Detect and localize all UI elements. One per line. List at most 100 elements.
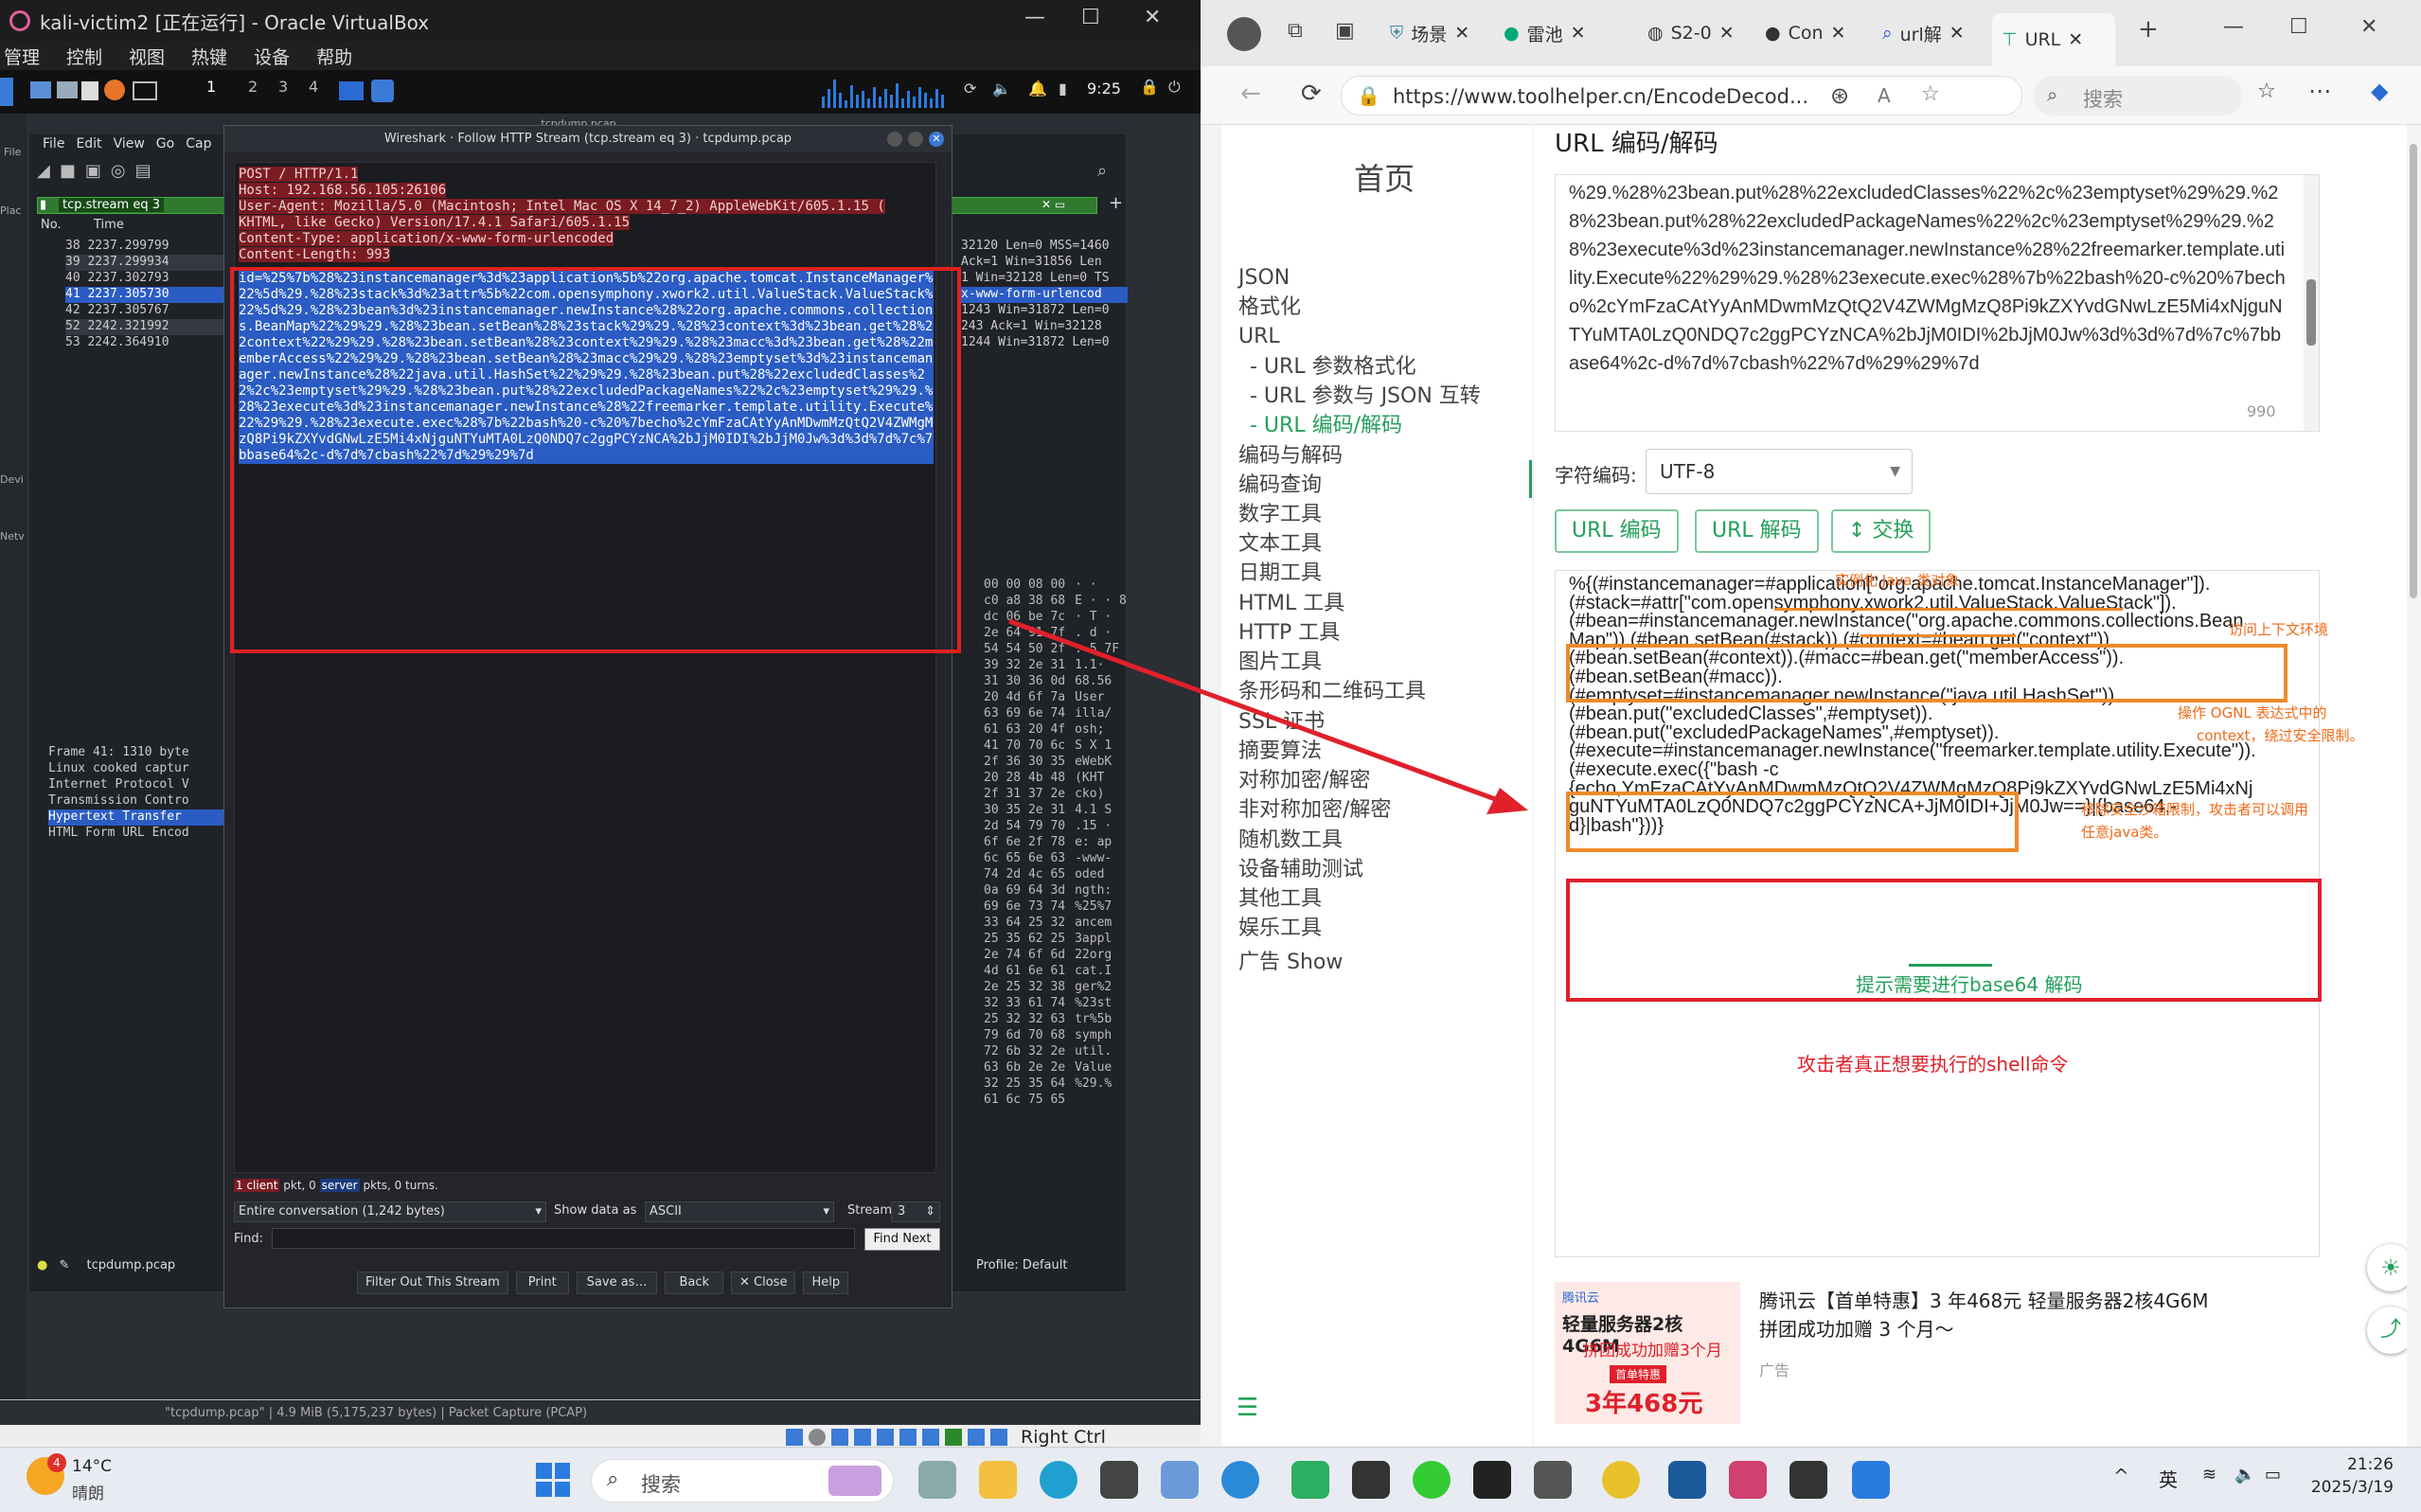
usb-icon[interactable] [877, 1429, 894, 1446]
wechat-icon[interactable] [1413, 1461, 1451, 1499]
stream-spinbox[interactable]: 3 ⇕ [891, 1201, 940, 1222]
back-button[interactable]: Back [665, 1272, 724, 1294]
menu-manage[interactable]: 管理 [4, 44, 40, 69]
home-heading[interactable]: 首页 [1354, 155, 1415, 199]
tab-close-icon[interactable]: ✕ [1571, 23, 1586, 44]
ime-indicator[interactable]: 英 [2159, 1465, 2178, 1492]
favorites-icon[interactable]: ☆ [2257, 80, 2276, 103]
packet-row[interactable]: 40 2237.302793 [65, 271, 245, 287]
tray-expand-icon[interactable]: ^ [2113, 1465, 2129, 1487]
vertical-tabs-icon[interactable]: ▣ [1335, 19, 1355, 43]
read-aloud-icon[interactable]: A [1878, 84, 1891, 107]
display-icon[interactable] [922, 1429, 939, 1446]
detail-form[interactable]: HTML Form URL Encod [48, 826, 228, 842]
menu-view[interactable]: 视图 [129, 44, 165, 69]
restart-icon[interactable]: ▣ [85, 161, 101, 186]
power-icon[interactable]: ⏻ [1168, 78, 1181, 97]
detail-frame[interactable]: Frame 41: 1310 byte [48, 745, 228, 761]
more-icon[interactable]: ⋯ [2308, 78, 2331, 104]
tab-close-icon[interactable]: ✕ [1949, 23, 1965, 44]
tool-icon[interactable] [1534, 1461, 1572, 1499]
network-icon[interactable] [854, 1429, 871, 1446]
find-next-button[interactable]: Find Next [864, 1228, 940, 1251]
print-button[interactable]: Print [515, 1272, 569, 1294]
close-icon[interactable]: ✕ [1144, 6, 1161, 29]
col-no[interactable]: No. [41, 218, 62, 232]
workspace-switcher[interactable]: 1 [206, 78, 237, 106]
ad-title[interactable]: 腾讯云【首单特惠】3 年468元 轻量服务器2核4G6M [1759, 1286, 2209, 1313]
maximize-icon[interactable]: ☐ [2289, 15, 2308, 39]
tab-github[interactable]: ● Con ✕ [1765, 13, 1860, 53]
ws-menu-edit[interactable]: Edit [76, 136, 101, 151]
taskbar-search[interactable]: ⌕ 搜索 [591, 1459, 894, 1503]
close-icon[interactable]: ✕ [2360, 15, 2377, 39]
packet-row[interactable]: 53 2242.364910 [65, 335, 245, 351]
input-textarea[interactable]: %29.%28%23bean.put%28%22excludedClasses%… [1555, 174, 2320, 432]
tab-close-icon[interactable]: ✕ [1831, 23, 1846, 44]
new-tab-button[interactable]: + [2138, 15, 2159, 44]
back-icon[interactable]: ← [1240, 80, 1261, 108]
optical-icon[interactable] [809, 1429, 826, 1446]
edge-icon[interactable] [1040, 1461, 1077, 1499]
filter-out-stream-button[interactable]: Filter Out This Stream [357, 1272, 508, 1294]
start-button[interactable] [536, 1463, 570, 1497]
cpu-icon[interactable] [968, 1429, 985, 1446]
workspace-1[interactable]: 1 [206, 78, 216, 106]
copilot-icon[interactable]: ◆ [2371, 78, 2388, 104]
ad-image[interactable]: 腾讯云 轻量服务器2核4G6M 拼团成功加赠3个月 首单特惠 3年468元 [1555, 1282, 1740, 1424]
minimize-icon[interactable]: — [2223, 15, 2244, 39]
notification-icon[interactable]: 🔔 [1028, 80, 1047, 98]
kali-menu-icon[interactable] [0, 78, 13, 106]
save-as-button[interactable]: Save as… [576, 1272, 658, 1294]
url-decode-button[interactable]: URL 解码 [1695, 509, 1819, 553]
open-icon[interactable]: ▤ [135, 161, 151, 186]
app-yellow-icon[interactable] [1602, 1461, 1640, 1499]
add-filter-button[interactable]: + [1109, 193, 1123, 213]
swap-button[interactable]: ↕ 交换 [1831, 509, 1931, 553]
tab-close-icon[interactable]: ✕ [1454, 23, 1469, 44]
packet-row[interactable]: 52 2242.321992 [65, 319, 245, 335]
page-scrollbar[interactable] [2407, 125, 2420, 1447]
photos-icon[interactable] [1161, 1461, 1199, 1499]
shared-folder-icon[interactable] [899, 1429, 917, 1446]
charset-select[interactable]: UTF-8 ▼ [1646, 449, 1913, 494]
terminal-icon[interactable] [1473, 1461, 1511, 1499]
find-input[interactable] [272, 1228, 855, 1249]
sidebar-item[interactable]: 广告 Show [1238, 944, 1343, 982]
tab-scene[interactable]: ⛨ 场景 ✕ [1390, 13, 1485, 53]
audio-icon[interactable] [831, 1429, 848, 1446]
ws-menu-view[interactable]: View [114, 136, 145, 151]
display-filter-input[interactable]: tcp.stream eq 3 [59, 198, 164, 212]
vscode-icon[interactable] [1852, 1461, 1890, 1499]
help-button[interactable]: Help [803, 1272, 849, 1294]
input-scrollbar[interactable] [2304, 175, 2319, 431]
firefox-icon[interactable] [104, 80, 125, 100]
task-view-icon[interactable] [918, 1461, 956, 1499]
file-explorer-icon[interactable] [979, 1461, 1017, 1499]
packet-row-selected[interactable]: 41 2237.305730 [65, 287, 245, 303]
tab-url-active[interactable]: ⊤ URL ✕ [1992, 13, 2115, 66]
workspace-2[interactable]: 2 [248, 78, 258, 96]
wifi-icon[interactable]: ≋ [2202, 1465, 2216, 1485]
packet-row[interactable]: 39 2237.299934 [65, 255, 245, 271]
maximize-icon[interactable]: ☐ [1081, 6, 1100, 29]
files-icon[interactable] [57, 81, 78, 98]
options-icon[interactable]: ◎ [111, 161, 126, 186]
close-button[interactable]: ✕ Close [731, 1272, 796, 1294]
detail-ip[interactable]: Internet Protocol V [48, 777, 228, 793]
site-info-icon[interactable]: 🔒 [1357, 84, 1380, 107]
dialog-max-icon[interactable] [908, 132, 923, 147]
profile-avatar[interactable] [1227, 17, 1261, 51]
menu-hotkey[interactable]: 热键 [191, 44, 227, 69]
hdd-icon[interactable] [786, 1429, 803, 1446]
packet-row[interactable]: 38 2237.299799 [65, 239, 245, 255]
bing-search-box[interactable]: ⌕ 搜索 [2034, 76, 2242, 116]
tab-s2[interactable]: ◍ S2-0 ✕ [1647, 13, 1742, 53]
shark-fin-icon[interactable]: ◢ [37, 161, 50, 186]
show-data-select[interactable]: ASCII ▾ [645, 1201, 834, 1222]
ws-menu-capture[interactable]: Cap [186, 136, 211, 151]
tab-url-decode-search[interactable]: ⌕ url解 ✕ [1882, 13, 1977, 53]
menu-devices[interactable]: 设备 [254, 44, 290, 69]
tab-close-icon[interactable]: ✕ [2068, 29, 2083, 50]
stop-icon[interactable]: ■ [60, 161, 76, 186]
